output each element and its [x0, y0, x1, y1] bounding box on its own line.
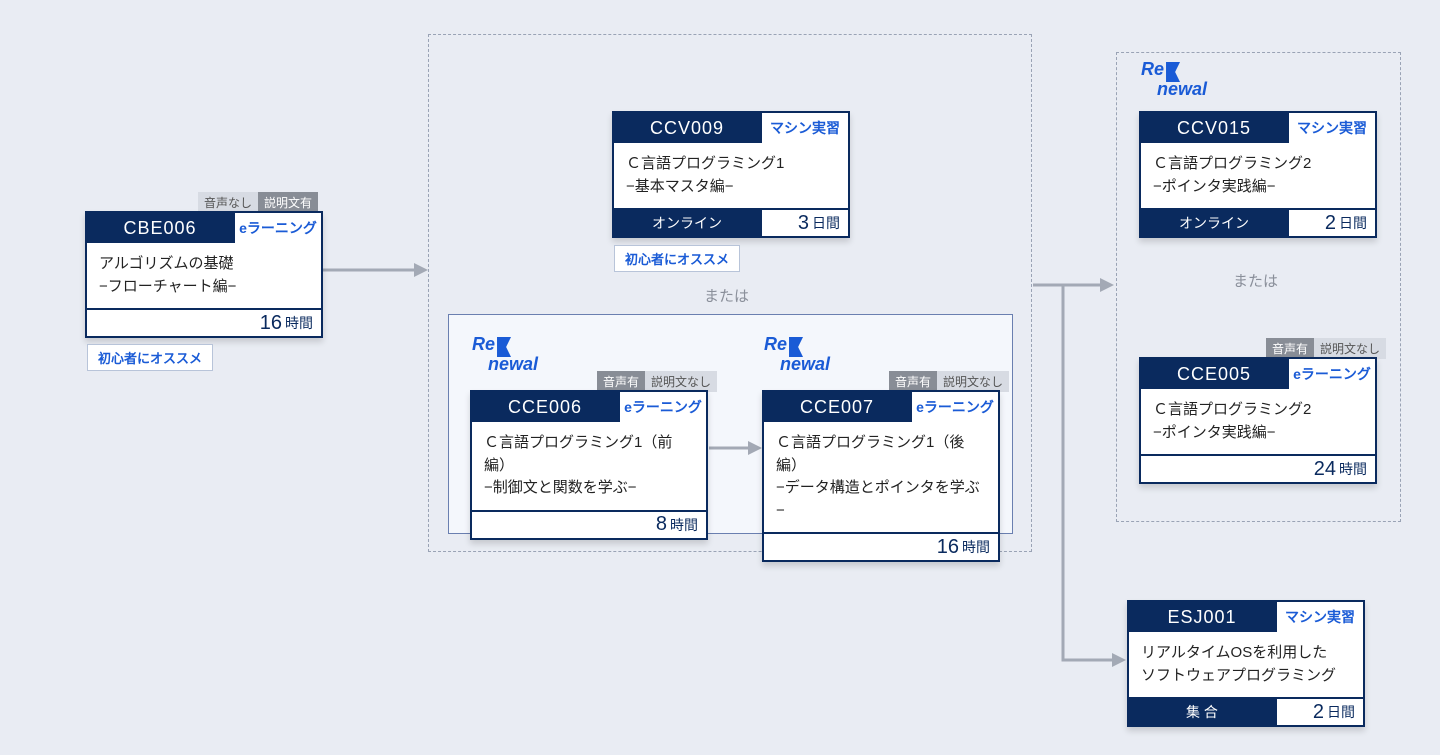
card-duration: 16時間 — [764, 534, 998, 560]
tags-cce007: 音声有 説明文なし — [889, 371, 1009, 392]
card-cbe006[interactable]: CBE006 eラーニング アルゴリズムの基礎−フローチャート編− 16時間 — [85, 211, 323, 338]
card-title: リアルタイムOSを利用したソフトウェアプログラミング — [1129, 632, 1363, 697]
card-ccv015[interactable]: CCV015 マシン実習 Ｃ言語プログラミング2−ポインタ実践編− オンライン … — [1139, 111, 1377, 238]
card-cce005[interactable]: CCE005 eラーニング Ｃ言語プログラミング2−ポインタ実践編− 24時間 — [1139, 357, 1377, 484]
renewal-badge-cce007: Renewal — [764, 337, 830, 372]
card-code: CCE005 — [1141, 359, 1287, 389]
card-esj001[interactable]: ESJ001 マシン実習 リアルタイムOSを利用したソフトウェアプログラミング … — [1127, 600, 1365, 727]
card-code: CCE006 — [472, 392, 618, 422]
card-duration: 16時間 — [87, 310, 321, 336]
card-code: ESJ001 — [1129, 602, 1275, 632]
card-cce007[interactable]: CCE007 eラーニング Ｃ言語プログラミング1（後編）−データ構造とポインタ… — [762, 390, 1000, 562]
tag-audio: 音声なし — [198, 192, 258, 213]
card-title: アルゴリズムの基礎−フローチャート編− — [87, 243, 321, 308]
card-type: eラーニング — [233, 213, 321, 243]
recommend-pill-ccv009: 初心者にオススメ — [614, 245, 740, 272]
tag-audio: 音声有 — [889, 371, 937, 392]
card-ccv009[interactable]: CCV009 マシン実習 Ｃ言語プログラミング1−基本マスタ編− オンライン 3… — [612, 111, 850, 238]
card-title: Ｃ言語プログラミング2−ポインタ実践編− — [1141, 143, 1375, 208]
tag-audio: 音声有 — [597, 371, 645, 392]
card-mode: 集 合 — [1129, 699, 1275, 725]
renewal-badge-cce006: Renewal — [472, 337, 538, 372]
card-title: Ｃ言語プログラミング2−ポインタ実践編− — [1141, 389, 1375, 454]
tag-audio: 音声有 — [1266, 338, 1314, 359]
tags-cce005: 音声有 説明文なし — [1266, 338, 1386, 359]
card-duration: 3日間 — [760, 210, 848, 236]
renewal-badge-ccv015: Renewal — [1141, 62, 1207, 97]
tag-desc: 説明文なし — [645, 371, 717, 392]
tags-cce006: 音声有 説明文なし — [597, 371, 717, 392]
card-type: マシン実習 — [1287, 113, 1375, 143]
tag-desc: 説明文なし — [1314, 338, 1386, 359]
card-mode: オンライン — [1141, 210, 1287, 236]
card-type: eラーニング — [910, 392, 998, 422]
card-duration: 8時間 — [472, 512, 706, 538]
card-duration: 24時間 — [1141, 456, 1375, 482]
tags-cbe006: 音声なし 説明文有 — [198, 192, 318, 213]
card-code: CCV015 — [1141, 113, 1287, 143]
card-mode: オンライン — [614, 210, 760, 236]
tag-desc: 説明文有 — [258, 192, 318, 213]
card-cce006[interactable]: CCE006 eラーニング Ｃ言語プログラミング1（前編）−制御文と関数を学ぶ−… — [470, 390, 708, 540]
card-code: CBE006 — [87, 213, 233, 243]
card-type: マシン実習 — [760, 113, 848, 143]
or-text-right: または — [1233, 270, 1278, 291]
card-type: eラーニング — [1287, 359, 1375, 389]
tag-desc: 説明文なし — [937, 371, 1009, 392]
card-title: Ｃ言語プログラミング1（前編）−制御文と関数を学ぶ− — [472, 422, 706, 510]
card-code: CCE007 — [764, 392, 910, 422]
card-duration: 2日間 — [1275, 699, 1363, 725]
card-title: Ｃ言語プログラミング1−基本マスタ編− — [614, 143, 848, 208]
card-title: Ｃ言語プログラミング1（後編）−データ構造とポインタを学ぶ− — [764, 422, 998, 532]
card-duration: 2日間 — [1287, 210, 1375, 236]
card-code: CCV009 — [614, 113, 760, 143]
or-text-middle: または — [704, 285, 749, 306]
card-type: eラーニング — [618, 392, 706, 422]
recommend-pill-cbe006: 初心者にオススメ — [87, 344, 213, 371]
card-type: マシン実習 — [1275, 602, 1363, 632]
